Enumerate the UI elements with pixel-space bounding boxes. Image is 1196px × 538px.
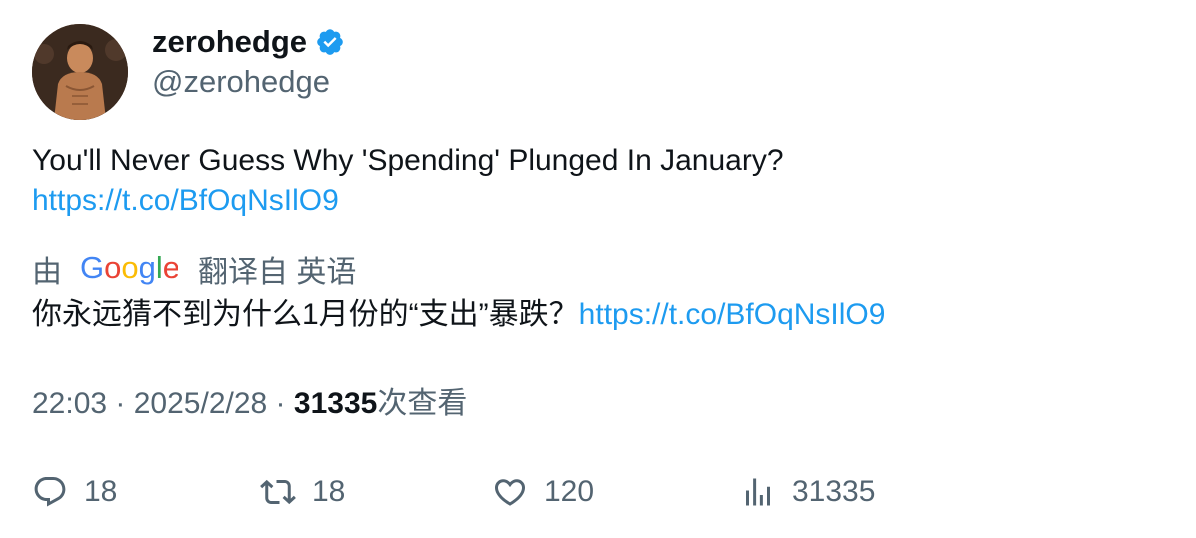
svg-text:Google: Google [80, 250, 178, 285]
views-count: 31335 [293, 387, 378, 420]
author-handle[interactable]: @zerohedge [152, 62, 330, 102]
tweet-time[interactable]: 22:03 [32, 387, 107, 420]
bar-chart-icon [746, 478, 770, 506]
translation-prefix: 由 [32, 255, 62, 289]
heart-icon [494, 479, 526, 506]
tweet-body: You'll Never Guess Why 'Spending' Plunge… [32, 144, 784, 177]
meta-separator: · [107, 387, 134, 420]
tweet-link[interactable]: https://t.co/BfOqNsIlO9 [32, 184, 339, 217]
profile-photo [32, 24, 128, 120]
translated-link[interactable]: https://t.co/BfOqNsIlO9 [579, 298, 886, 331]
display-name[interactable]: zerohedge [152, 22, 307, 62]
translated-text: 你永远猜不到为什么1月份的“支出”暴跌？https://t.co/BfOqNsI… [32, 295, 1162, 335]
retweet-count: 18 [312, 475, 346, 508]
retweet-icon [260, 479, 296, 505]
tweet-date[interactable]: 2025/2/28 [134, 387, 267, 420]
meta-separator: · [267, 387, 294, 420]
verified-badge-icon[interactable] [315, 27, 345, 57]
reply-count: 18 [84, 475, 118, 508]
translation-attribution: 由 Google 翻译自 英语 [32, 247, 356, 298]
like-button[interactable]: 120 [492, 470, 594, 514]
reply-icon [34, 477, 66, 507]
tweet-text: You'll Never Guess Why 'Spending' Plunge… [32, 141, 1162, 221]
like-count: 120 [544, 475, 595, 508]
tweet-meta: 22:03 · 2025/2/28 · 31335次查看 [32, 384, 467, 424]
reply-button[interactable]: 18 [32, 470, 117, 514]
translation-suffix[interactable]: 翻译自 英语 [198, 253, 356, 293]
views-action-count: 31335 [792, 475, 876, 508]
views-label: 次查看 [377, 387, 468, 420]
translated-body: 你永远猜不到为什么1月份的“支出”暴跌？ [32, 298, 579, 331]
avatar[interactable] [32, 24, 128, 120]
action-bar: 18 18 120 31335 [32, 470, 1162, 514]
google-logo: Google [80, 247, 180, 298]
retweet-button[interactable]: 18 [260, 470, 345, 514]
views-button[interactable]: 31335 [740, 470, 875, 514]
author-name-row: zerohedge [152, 22, 345, 62]
